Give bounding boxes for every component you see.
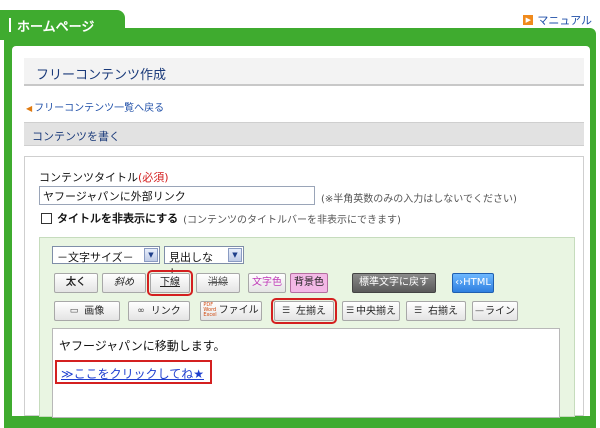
- align-center-button[interactable]: ☰ 中央揃え: [342, 301, 400, 321]
- title-label: コンテンツタイトル(必須): [39, 169, 169, 185]
- horizontal-rule-label: ライン: [485, 306, 515, 317]
- editor-panel: －文字サイズ－ ▼ 見出しなし ▼ 太く 斜め 下線 消線 文字色 背景色 標準…: [39, 237, 575, 418]
- hide-title-checkbox[interactable]: [41, 212, 52, 224]
- reset-text-label: 標準文字に戻す: [359, 277, 429, 288]
- html-label: HTML: [463, 277, 491, 288]
- content-box: コンテンツタイトル(必須) (※半角英数のみの入力はしないでください) タイトル…: [24, 156, 584, 418]
- horizontal-rule-icon: —: [475, 306, 484, 316]
- image-icon: ▭: [69, 306, 79, 316]
- bold-label: 太く: [66, 277, 86, 288]
- strikethrough-button[interactable]: 消線: [196, 273, 240, 293]
- background-color-button[interactable]: 背景色: [290, 273, 328, 293]
- file-button[interactable]: PDF Word Excel ファイル: [200, 301, 262, 321]
- align-right-button[interactable]: ☰ 右揃え: [406, 301, 466, 321]
- title-hint: (※半角英数のみの入力はしないでください): [321, 194, 517, 205]
- underline-button[interactable]: 下線: [147, 270, 193, 296]
- title-label-text: コンテンツタイトル: [39, 171, 138, 184]
- section-bar: コンテンツを書く: [24, 122, 584, 146]
- align-center-label: 中央揃え: [356, 306, 397, 317]
- file-label: ファイル: [218, 305, 259, 316]
- text-color-button[interactable]: 文字色: [248, 273, 286, 293]
- manual-icon: ▶: [523, 15, 534, 25]
- header-bar-mark: [9, 18, 11, 32]
- link-highlight-box: ≫ここをクリックしてね★: [55, 360, 212, 384]
- align-left-button[interactable]: ☰ 左揃え: [271, 298, 337, 324]
- manual-label: マニュアル: [537, 14, 592, 27]
- editor-textarea[interactable]: ヤフージャパンに移動します。 ≫ここをクリックしてね★: [52, 328, 560, 418]
- link-icon: ∞: [137, 306, 145, 316]
- underline-label: 下線: [160, 277, 180, 288]
- back-arrow-icon: ◀: [26, 104, 33, 113]
- editor-link[interactable]: ≫ここをクリックしてね★: [61, 365, 204, 382]
- image-button[interactable]: ▭ 画像: [54, 301, 120, 321]
- required-mark: (必須): [138, 171, 169, 184]
- heading-select[interactable]: 見出しなし ▼: [164, 246, 244, 280]
- hide-title-row: タイトルを非表示にする (コンテンツのタイトルバーを非表示にできます): [41, 210, 401, 226]
- link-button[interactable]: ∞ リンク: [128, 301, 190, 321]
- strikethrough-label: 消線: [208, 277, 228, 288]
- italic-label: 斜め: [114, 277, 134, 288]
- bold-button[interactable]: 太く: [54, 273, 98, 293]
- title-input[interactable]: [39, 186, 315, 205]
- header-title: ホームページ: [17, 20, 95, 35]
- hide-title-label: タイトルを非表示にする: [57, 212, 179, 225]
- reset-text-button[interactable]: 標準文字に戻す: [352, 273, 436, 293]
- chevron-down-icon: ▼: [144, 248, 158, 262]
- chevron-down-icon: ▼: [228, 248, 242, 262]
- main-panel: フリーコンテンツ作成 ◀ フリーコンテンツ一覧へ戻る コンテンツを書く コンテンツ…: [12, 46, 590, 418]
- align-left-icon: ☰: [281, 306, 291, 316]
- page-title-box: フリーコンテンツ作成: [24, 58, 584, 86]
- back-to-list-link[interactable]: ◀ フリーコンテンツ一覧へ戻る: [26, 99, 164, 114]
- section-title: コンテンツを書く: [32, 130, 120, 143]
- image-label: 画像: [84, 306, 105, 317]
- hide-title-note: (コンテンツのタイトルバーを非表示にできます): [183, 214, 401, 226]
- align-right-label: 右揃え: [428, 306, 459, 317]
- page-title: フリーコンテンツ作成: [36, 68, 167, 83]
- header-tab: ホームページ: [0, 10, 125, 40]
- italic-button[interactable]: 斜め: [102, 273, 146, 293]
- font-size-select[interactable]: －文字サイズ－ ▼: [52, 246, 160, 264]
- horizontal-rule-button[interactable]: —ライン: [472, 301, 518, 321]
- align-right-icon: ☰: [413, 306, 423, 316]
- text-color-label: 文字色: [252, 277, 282, 288]
- align-left-label: 左揃え: [296, 306, 327, 317]
- editor-text-line: ヤフージャパンに移動します。: [59, 339, 226, 353]
- html-icon: ‹›: [455, 277, 464, 288]
- html-button[interactable]: ‹›HTML: [452, 273, 494, 293]
- manual-link[interactable]: ▶ マニュアル: [523, 12, 592, 28]
- font-size-select-value: －文字サイズ－: [57, 251, 134, 264]
- link-label: リンク: [150, 306, 181, 317]
- background-color-label: 背景色: [294, 277, 324, 288]
- back-link-label: フリーコンテンツ一覧へ戻る: [34, 103, 165, 114]
- pdf-word-excel-icon: PDF Word Excel: [203, 301, 217, 318]
- align-center-icon: ☰: [345, 306, 355, 316]
